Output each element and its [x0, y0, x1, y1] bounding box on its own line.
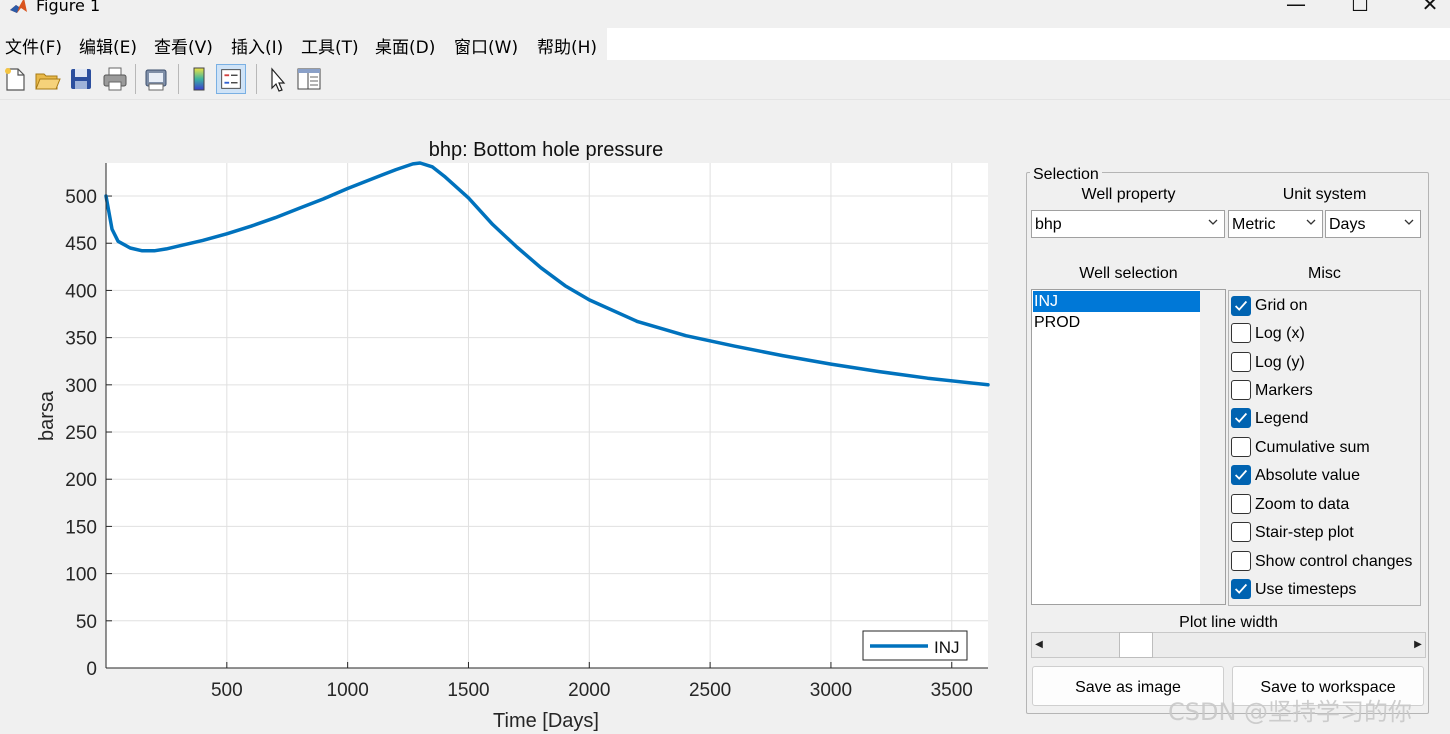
menu-desktop[interactable]: 桌面(D) — [375, 33, 435, 58]
absolute-value-checkbox[interactable] — [1231, 465, 1251, 485]
log-y-label: Log (y) — [1255, 354, 1305, 371]
x-tick-label: 3000 — [810, 680, 852, 701]
chevron-down-icon — [1208, 219, 1218, 225]
title-bar — [0, 0, 1450, 18]
grid-on-label: Grid on — [1255, 297, 1308, 314]
property-editor-icon[interactable] — [294, 64, 324, 94]
cumulative-sum-checkbox[interactable] — [1231, 437, 1251, 457]
window-right-edge — [1436, 100, 1450, 734]
legend-label-INJ: INJ — [934, 638, 960, 657]
time-unit-value: Days — [1329, 216, 1366, 233]
menu-insert[interactable]: 插入(I) — [231, 33, 283, 58]
markers-checkbox[interactable] — [1231, 380, 1251, 400]
x-tick-label: 2500 — [689, 680, 731, 701]
menu-window[interactable]: 窗口(W) — [454, 33, 518, 58]
new-figure-icon[interactable] — [0, 64, 30, 94]
toolbar-separator — [178, 64, 179, 94]
y-axis-label: barsa — [36, 390, 58, 441]
cumulative-sum-label: Cumulative sum — [1255, 439, 1370, 456]
legend[interactable]: INJ — [862, 630, 968, 661]
x-tick-label: 1500 — [447, 680, 489, 701]
chart-title: bhp: Bottom hole pressure — [429, 139, 664, 161]
y-tick-label: 250 — [65, 423, 97, 444]
x-tick-label: 2000 — [568, 680, 610, 701]
menu-edit[interactable]: 编辑(E) — [79, 33, 137, 58]
watermark: CSDN @坚持学习的你 — [1168, 698, 1413, 726]
toolbar-separator — [256, 64, 257, 94]
well-selection-label: Well selection — [1079, 265, 1178, 282]
plot-line-width-slider[interactable] — [1031, 632, 1426, 658]
slider-thumb[interactable] — [1119, 632, 1153, 658]
y-tick-label: 300 — [65, 376, 97, 397]
chevron-down-icon — [1306, 219, 1316, 225]
save-icon[interactable] — [66, 64, 96, 94]
x-axis-label: Time [Days] — [493, 710, 599, 732]
log-x-checkbox[interactable] — [1231, 323, 1251, 343]
legend-label: Legend — [1255, 410, 1309, 427]
colorbar-icon[interactable] — [184, 64, 214, 94]
matlab-logo-icon — [10, 0, 27, 13]
y-tick-label: 400 — [65, 281, 97, 302]
plot-line-width-label: Plot line width — [1179, 614, 1278, 631]
y-tick-label: 0 — [86, 659, 97, 680]
y-tick-label: 100 — [65, 565, 97, 586]
y-tick-label: 450 — [65, 234, 97, 255]
zoom-to-data-label: Zoom to data — [1255, 496, 1350, 513]
close-button[interactable]: ✕ — [1410, 0, 1450, 16]
bhp-plot[interactable]: 500 1000 1500 2000 2500 3000 3500 0 50 100 150 200 2… — [0, 100, 1010, 734]
legend-icon[interactable] — [216, 64, 246, 94]
x-tick-label: 1000 — [327, 680, 369, 701]
plot-axes-background — [106, 163, 988, 668]
absolute-value-label: Absolute value — [1255, 467, 1360, 484]
grid-on-checkbox[interactable] — [1231, 296, 1251, 316]
list-item-prod[interactable]: PROD — [1033, 312, 1200, 333]
window-title: Figure 1 — [36, 0, 101, 15]
minimize-button[interactable]: — — [1276, 0, 1316, 16]
well-selection-listbox[interactable]: INJ PROD — [1031, 289, 1226, 605]
list-item-inj[interactable]: INJ — [1033, 291, 1200, 312]
use-timesteps-checkbox[interactable] — [1231, 579, 1251, 599]
menu-file[interactable]: 文件(F) — [5, 33, 62, 58]
show-control-changes-checkbox[interactable] — [1231, 551, 1251, 571]
listbox-scrollbar[interactable] — [1200, 290, 1225, 604]
print-icon[interactable] — [100, 64, 130, 94]
pointer-icon[interactable] — [262, 64, 292, 94]
unit-system-dropdown[interactable]: Metric — [1228, 210, 1323, 238]
slider-left-arrow-icon[interactable]: ◀ — [1032, 632, 1046, 658]
time-unit-dropdown[interactable]: Days — [1325, 210, 1421, 238]
y-tick-label: 200 — [65, 470, 97, 491]
show-control-changes-label: Show control changes — [1255, 553, 1413, 570]
menu-view[interactable]: 查看(V) — [154, 33, 213, 58]
log-y-checkbox[interactable] — [1231, 352, 1251, 372]
use-timesteps-label: Use timesteps — [1255, 581, 1357, 598]
y-tick-label: 350 — [65, 329, 97, 350]
menu-tools[interactable]: 工具(T) — [301, 33, 359, 58]
log-x-label: Log (x) — [1255, 325, 1305, 342]
print-preview-icon[interactable] — [141, 64, 171, 94]
maximize-button[interactable]: ☐ — [1340, 0, 1380, 16]
x-tick-label: 500 — [211, 680, 243, 701]
stair-step-plot-label: Stair-step plot — [1255, 524, 1354, 541]
y-tick-label: 500 — [65, 187, 97, 208]
toolbar-separator — [135, 64, 136, 94]
y-tick-label: 50 — [76, 612, 97, 633]
stair-step-plot-checkbox[interactable] — [1231, 522, 1251, 542]
well-property-label: Well property — [1081, 186, 1176, 203]
open-file-icon[interactable] — [32, 64, 62, 94]
selection-panel-title: Selection — [1030, 166, 1102, 184]
unit-system-label: Unit system — [1282, 186, 1367, 203]
misc-label: Misc — [1308, 265, 1341, 282]
x-tick-label: 3500 — [931, 680, 973, 701]
unit-system-value: Metric — [1232, 216, 1276, 233]
menu-help[interactable]: 帮助(H) — [537, 33, 597, 58]
slider-right-arrow-icon[interactable]: ▶ — [1411, 632, 1425, 658]
markers-label: Markers — [1255, 382, 1313, 399]
well-property-value: bhp — [1035, 216, 1062, 233]
y-tick-label: 150 — [65, 517, 97, 538]
legend-checkbox[interactable] — [1231, 408, 1251, 428]
chevron-down-icon — [1404, 219, 1414, 225]
zoom-to-data-checkbox[interactable] — [1231, 494, 1251, 514]
well-property-dropdown[interactable]: bhp — [1031, 210, 1225, 238]
